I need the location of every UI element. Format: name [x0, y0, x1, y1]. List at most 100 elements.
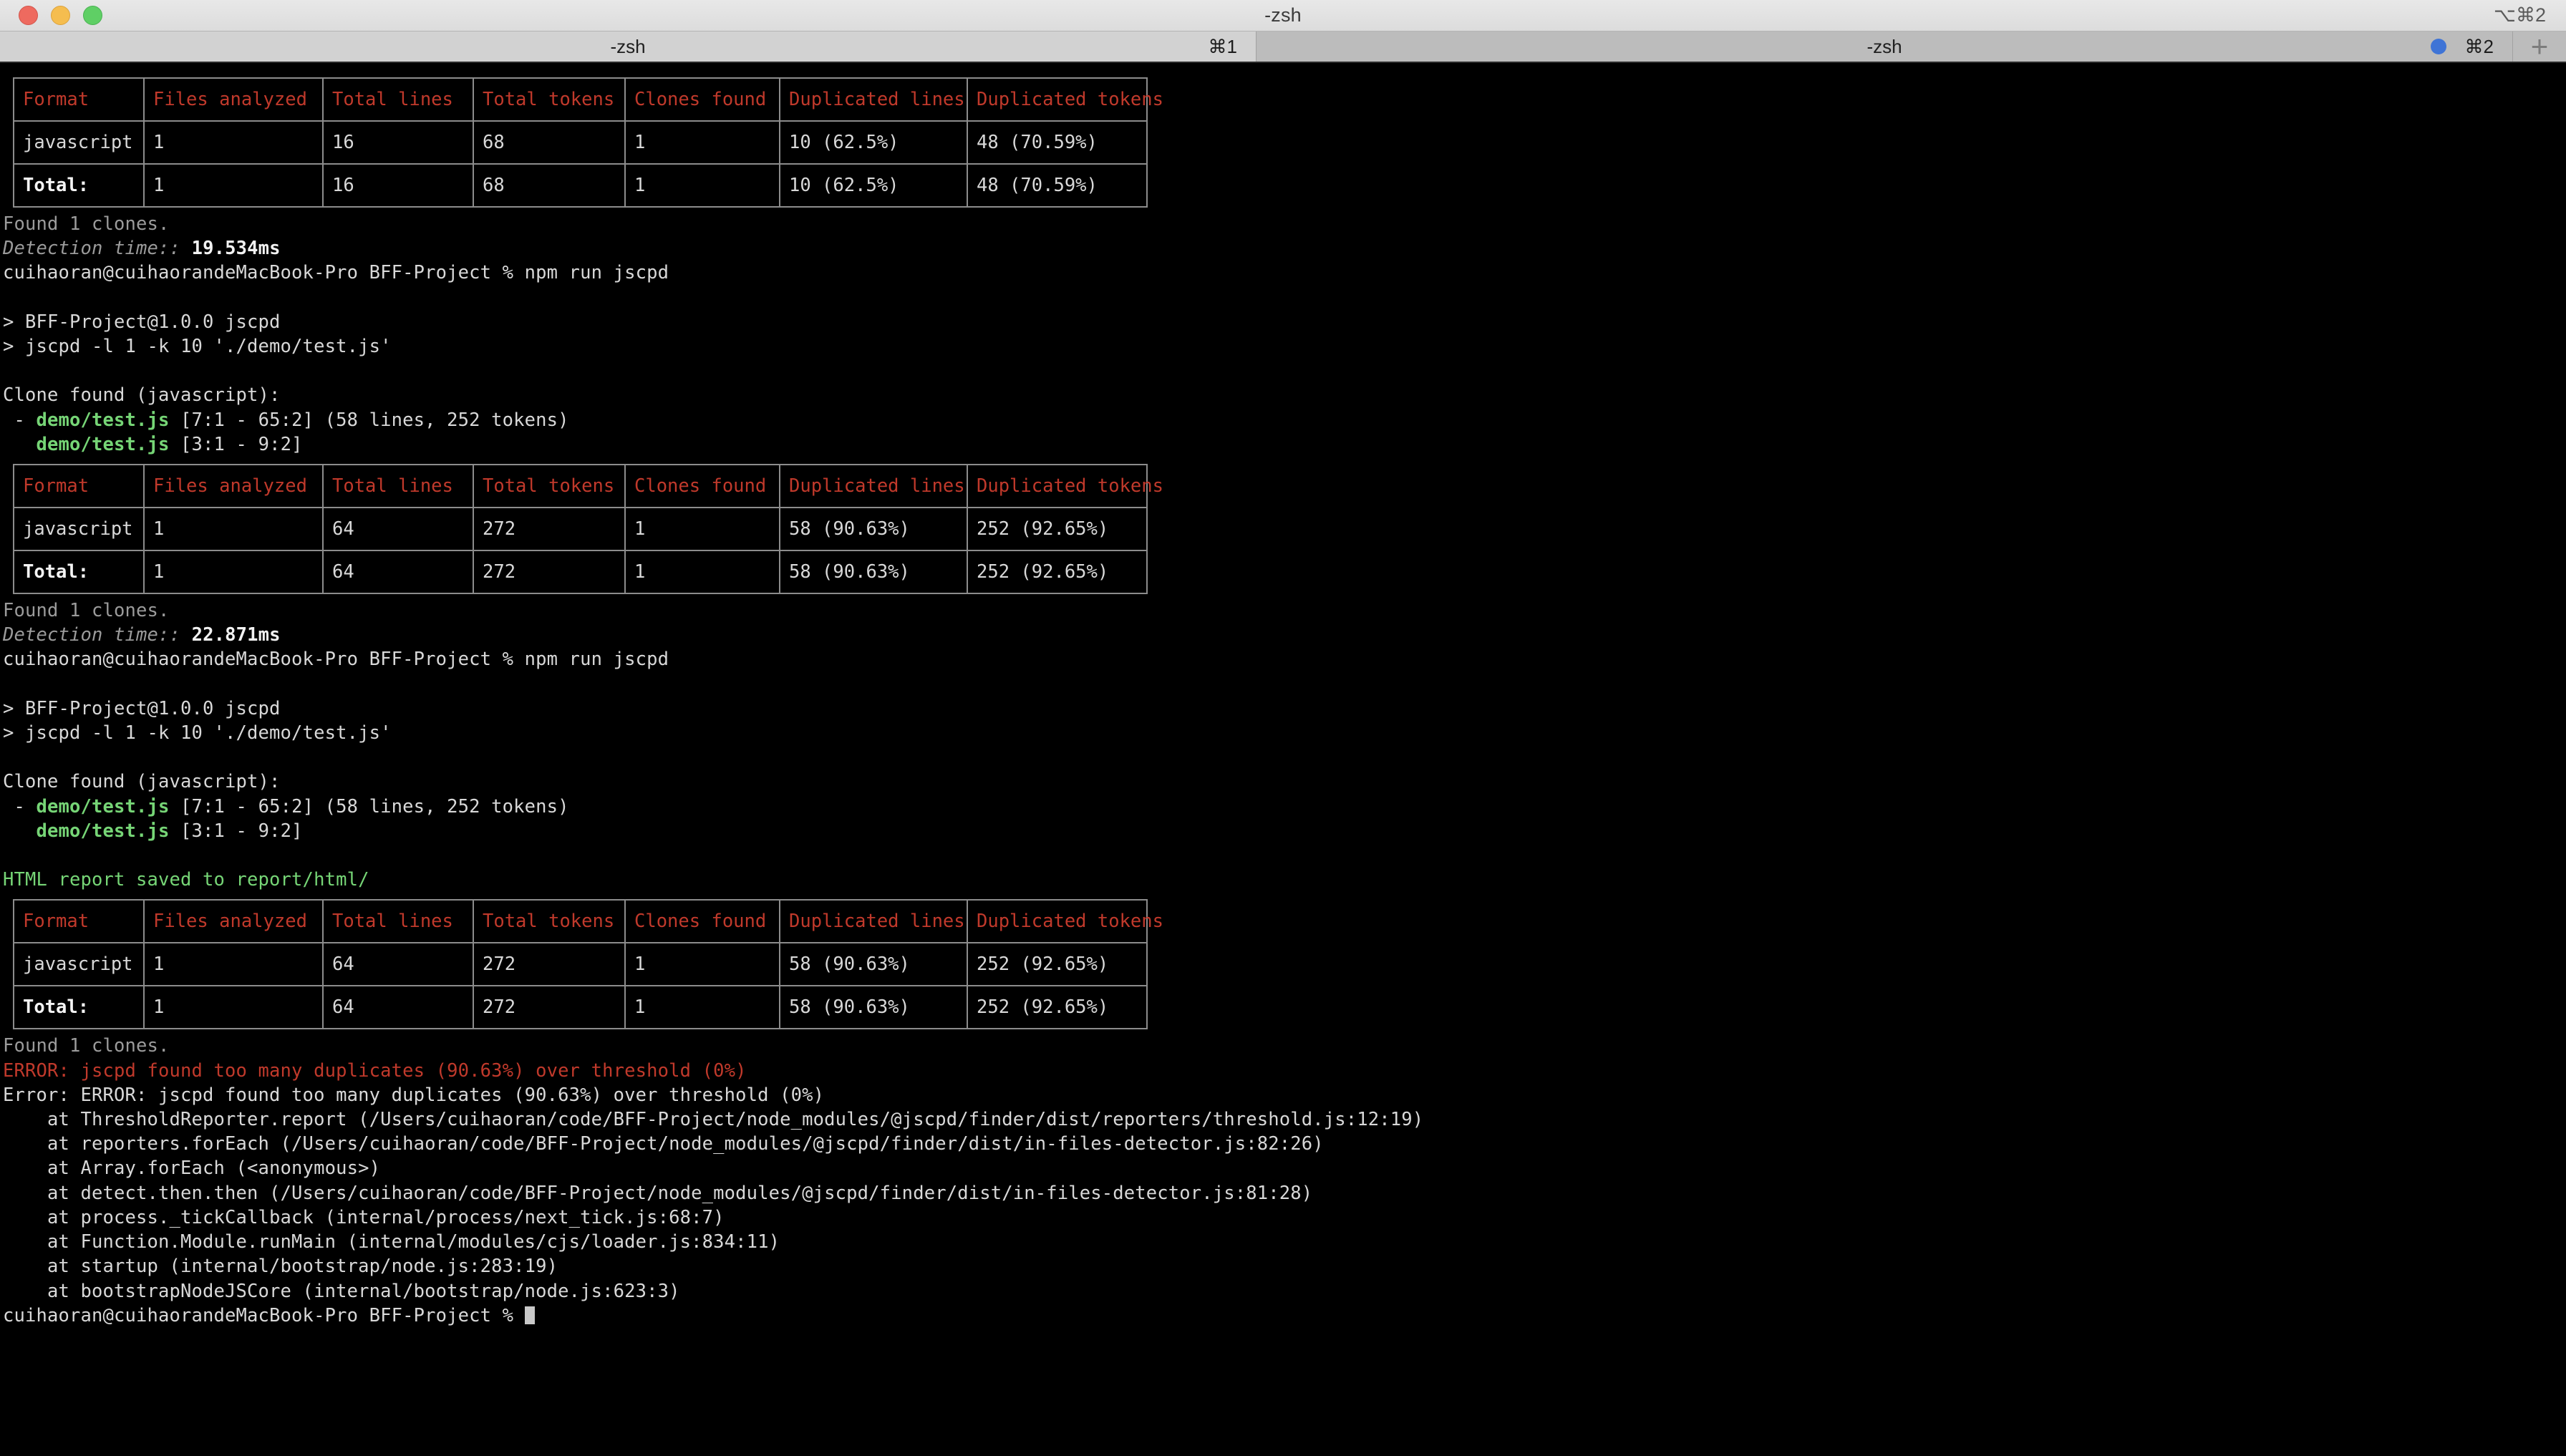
- terminal-output[interactable]: Format Files analyzed Total lines Total …: [0, 63, 2566, 1456]
- cell-format: javascript: [13, 507, 145, 552]
- tab-zsh-2[interactable]: -zsh ⌘2: [1257, 31, 2513, 62]
- cell-files-analyzed: 1: [143, 942, 324, 987]
- cell-duplicated-lines: 10 (62.5%): [779, 120, 968, 165]
- clone-range: [7:1 - 65:2] (58 lines, 252 tokens): [169, 409, 569, 431]
- cell-duplicated-tokens: 252 (92.65%): [967, 942, 1148, 987]
- table-row: javascript 1 16 68 1 10 (62.5%) 48 (70.5…: [13, 120, 1148, 165]
- jscpd-stats-table-1: Format Files analyzed Total lines Total …: [13, 77, 1163, 208]
- col-duplicated-lines: Duplicated lines: [779, 899, 968, 944]
- window-titlebar: -zsh ⌥⌘2: [0, 0, 2566, 31]
- col-total-tokens: Total tokens: [473, 464, 626, 509]
- tab-shortcut: ⌘2: [2464, 35, 2494, 57]
- window-title: -zsh: [1264, 4, 1302, 26]
- cell-duplicated-lines: 10 (62.5%): [779, 163, 968, 208]
- col-duplicated-lines: Duplicated lines: [779, 77, 968, 122]
- cell-duplicated-tokens: 252 (92.65%): [967, 550, 1148, 595]
- col-duplicated-tokens: Duplicated tokens: [967, 464, 1163, 509]
- tab-zsh-1[interactable]: -zsh ⌘1: [0, 31, 1257, 62]
- final-prompt-line[interactable]: cuihaoran@cuihaorandeMacBook-Pro BFF-Pro…: [0, 1304, 2566, 1328]
- col-format: Format: [13, 899, 145, 944]
- tab-shortcut: ⌘1: [1208, 35, 1237, 57]
- detection-time-value: 22.871ms: [191, 624, 281, 646]
- table-row-total: Total: 1 64 272 1 58 (90.63%) 252 (92.65…: [13, 550, 1148, 595]
- cell-format: javascript: [13, 120, 145, 165]
- table-header-row: Format Files analyzed Total lines Total …: [13, 464, 1163, 509]
- cell-duplicated-tokens: 252 (92.65%): [967, 507, 1148, 552]
- clone-file-path: demo/test.js: [36, 409, 170, 431]
- col-total-tokens: Total tokens: [473, 77, 626, 122]
- cell-total-lines: 64: [322, 507, 474, 552]
- col-total-lines: Total lines: [322, 77, 474, 122]
- col-format: Format: [13, 77, 145, 122]
- npm-package-line-1: > BFF-Project@1.0.0 jscpd: [3, 311, 281, 333]
- jscpd-stats-table-3: Format Files analyzed Total lines Total …: [13, 899, 1163, 1030]
- cell-total-lines: 16: [322, 163, 474, 208]
- cell-format: Total:: [13, 163, 145, 208]
- col-files-analyzed: Files analyzed: [143, 464, 324, 509]
- error-line-red: ERROR: jscpd found too many duplicates (…: [3, 1059, 747, 1082]
- clone-file-path: demo/test.js: [36, 795, 170, 817]
- col-total-tokens: Total tokens: [473, 899, 626, 944]
- clone-found-header-2: Clone found (javascript):: [3, 771, 281, 793]
- stack-frame: at reporters.forEach (/Users/cuihaoran/c…: [3, 1133, 1324, 1155]
- html-report-line: HTML report saved to report/html/: [3, 869, 369, 891]
- cell-duplicated-lines: 58 (90.63%): [779, 550, 968, 595]
- clone-bullet: -: [3, 409, 37, 431]
- stack-frame: at Array.forEach (<anonymous>): [3, 1157, 381, 1180]
- stack-frame: at Function.Module.runMain (internal/mod…: [3, 1231, 780, 1253]
- table-header-row: Format Files analyzed Total lines Total …: [13, 899, 1163, 944]
- detection-time-line-2: Detection time:: 22.871ms: [0, 623, 2566, 647]
- clone-file-path: demo/test.js: [36, 820, 170, 842]
- col-total-lines: Total lines: [322, 464, 474, 509]
- cell-files-analyzed: 1: [143, 507, 324, 552]
- stack-frame: at startup (internal/bootstrap/node.js:2…: [3, 1256, 558, 1278]
- cell-total-lines: 64: [322, 985, 474, 1030]
- new-tab-button[interactable]: +: [2513, 31, 2566, 62]
- cell-total-lines: 64: [322, 550, 474, 595]
- col-format: Format: [13, 464, 145, 509]
- cell-clones-found: 1: [624, 942, 780, 987]
- col-duplicated-tokens: Duplicated tokens: [967, 899, 1163, 944]
- col-total-lines: Total lines: [322, 899, 474, 944]
- cell-duplicated-lines: 58 (90.63%): [779, 507, 968, 552]
- clone-file-path: demo/test.js: [36, 433, 170, 455]
- npm-command-line-2: > jscpd -l 1 -k 10 './demo/test.js': [3, 722, 392, 744]
- clone-entry-b-2: demo/test.js [3:1 - 9:2]: [0, 819, 2566, 843]
- cell-files-analyzed: 1: [143, 120, 324, 165]
- tab-activity-dot-icon: [2431, 39, 2446, 54]
- npm-command-line-1: > jscpd -l 1 -k 10 './demo/test.js': [3, 336, 392, 358]
- cell-format: javascript: [13, 942, 145, 987]
- tab-bar: -zsh ⌘1 -zsh ⌘2 +: [0, 31, 2566, 63]
- found-clones-line-2: Found 1 clones.: [3, 600, 170, 622]
- clone-range: [3:1 - 9:2]: [169, 433, 303, 455]
- shell-prompt: cuihaoran@cuihaorandeMacBook-Pro BFF-Pro…: [3, 649, 525, 671]
- cell-clones-found: 1: [624, 550, 780, 595]
- stack-frame: at detect.then.then (/Users/cuihaoran/co…: [3, 1182, 1313, 1204]
- cell-total-tokens: 272: [473, 507, 626, 552]
- col-duplicated-tokens: Duplicated tokens: [967, 77, 1163, 122]
- shell-prompt: cuihaoran@cuihaorandeMacBook-Pro BFF-Pro…: [3, 1304, 525, 1326]
- cell-duplicated-tokens: 48 (70.59%): [967, 120, 1148, 165]
- window-title-shortcut: ⌥⌘2: [2493, 4, 2546, 26]
- table-row: javascript 1 64 272 1 58 (90.63%) 252 (9…: [13, 942, 1148, 987]
- cell-total-lines: 16: [322, 120, 474, 165]
- cell-files-analyzed: 1: [143, 163, 324, 208]
- cell-duplicated-tokens: 252 (92.65%): [967, 985, 1148, 1030]
- terminal-window: -zsh ⌥⌘2 -zsh ⌘1 -zsh ⌘2 + Format Files …: [0, 0, 2566, 1456]
- error-line-white: Error: ERROR: jscpd found too many dupli…: [3, 1084, 825, 1106]
- cell-files-analyzed: 1: [143, 550, 324, 595]
- col-files-analyzed: Files analyzed: [143, 77, 324, 122]
- cell-total-tokens: 272: [473, 985, 626, 1030]
- clone-found-header-1: Clone found (javascript):: [3, 384, 281, 407]
- shell-command: npm run jscpd: [524, 262, 669, 284]
- table-header-row: Format Files analyzed Total lines Total …: [13, 77, 1163, 122]
- tab-label: -zsh: [610, 35, 646, 57]
- clone-entry-a-2: - demo/test.js [7:1 - 65:2] (58 lines, 2…: [0, 795, 2566, 819]
- tab-label: -zsh: [1867, 35, 1902, 57]
- prompt-line-1: cuihaoran@cuihaorandeMacBook-Pro BFF-Pro…: [0, 261, 2566, 285]
- cell-total-lines: 64: [322, 942, 474, 987]
- stack-frame: at ThresholdReporter.report (/Users/cuih…: [3, 1109, 1424, 1131]
